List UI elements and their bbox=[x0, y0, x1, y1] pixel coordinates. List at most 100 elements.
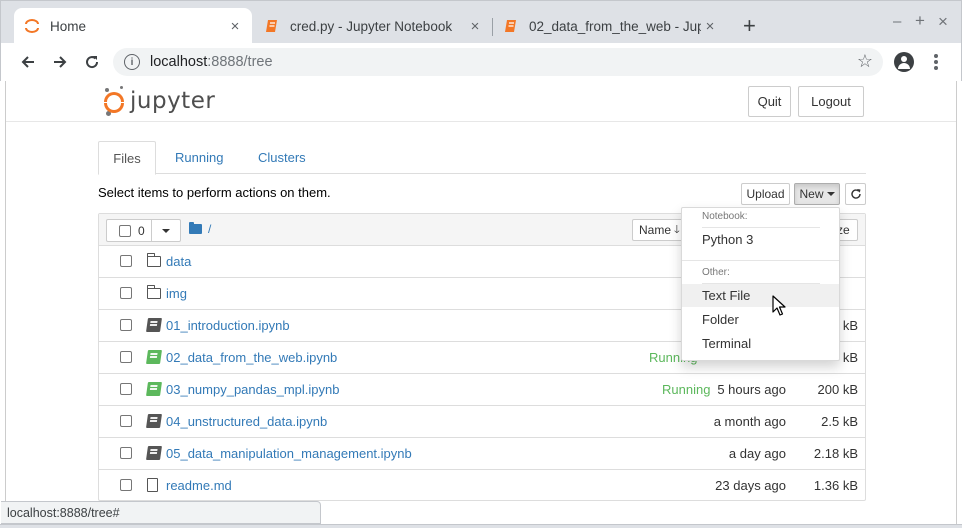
browser-tab-home[interactable]: Home × bbox=[14, 8, 252, 44]
refresh-icon bbox=[850, 189, 861, 199]
new-dropdown-menu: Notebook: Python 3 Other: Text File Fold… bbox=[681, 207, 840, 361]
browser-tab-cred[interactable]: cred.py - Jupyter Notebook × bbox=[254, 8, 492, 44]
window-close-button[interactable]: × bbox=[938, 12, 948, 32]
item-link[interactable]: data bbox=[166, 254, 191, 269]
item-checkbox[interactable] bbox=[120, 255, 132, 267]
tab-title: 02_data_from_the_web - Jupyter bbox=[529, 18, 701, 34]
divider bbox=[682, 260, 839, 261]
breadcrumb-root[interactable]: / bbox=[208, 222, 211, 236]
profile-avatar-icon[interactable] bbox=[894, 52, 914, 72]
item-size: 200 kB bbox=[817, 382, 858, 397]
new-python3-item[interactable]: Python 3 bbox=[682, 228, 839, 251]
new-tab-button[interactable]: + bbox=[743, 15, 756, 37]
notebook-icon bbox=[146, 446, 162, 460]
close-icon[interactable]: × bbox=[701, 18, 719, 35]
jupyter-logo[interactable]: jupyter bbox=[102, 86, 215, 116]
running-indicator: Running bbox=[662, 382, 711, 397]
selected-count: 0 bbox=[138, 223, 145, 238]
item-checkbox[interactable] bbox=[120, 415, 132, 427]
quit-button[interactable]: Quit bbox=[748, 86, 791, 117]
new-button[interactable]: New bbox=[794, 183, 840, 205]
logo-text: jupyter bbox=[130, 88, 216, 114]
caret-down-icon bbox=[826, 192, 835, 196]
item-size: 1.36 kB bbox=[813, 478, 858, 493]
url-path: :8888/tree bbox=[207, 54, 273, 70]
maximize-button[interactable]: + bbox=[915, 11, 925, 31]
item-link[interactable]: img bbox=[166, 286, 187, 301]
new-text-file-item[interactable]: Text File bbox=[682, 284, 839, 307]
folder-icon bbox=[147, 253, 161, 267]
list-item[interactable]: 04_unstructured_data.ipynb a month ago 2… bbox=[99, 406, 865, 438]
item-modified: a day ago bbox=[728, 446, 786, 461]
reload-button[interactable] bbox=[81, 51, 103, 73]
item-checkbox[interactable] bbox=[120, 383, 132, 395]
file-icon bbox=[147, 478, 158, 492]
info-icon[interactable]: i bbox=[124, 54, 140, 70]
browser-tab-bar: Home × cred.py - Jupyter Notebook × 02_d… bbox=[0, 0, 962, 44]
close-icon[interactable]: × bbox=[226, 18, 244, 35]
select-all-group[interactable]: 0 bbox=[106, 219, 181, 242]
bookmark-star-icon[interactable]: ☆ bbox=[857, 51, 873, 72]
item-link[interactable]: readme.md bbox=[166, 478, 232, 493]
list-item[interactable]: 05_data_manipulation_management.ipynb a … bbox=[99, 438, 865, 470]
notebook-icon bbox=[146, 318, 162, 332]
breadcrumb[interactable]: / bbox=[189, 222, 211, 236]
browser-menu-icon[interactable] bbox=[934, 54, 938, 72]
other-section-header: Other: bbox=[702, 267, 730, 278]
item-checkbox[interactable] bbox=[120, 479, 132, 491]
item-modified: 23 days ago bbox=[715, 478, 786, 493]
upload-button[interactable]: Upload bbox=[741, 183, 790, 205]
item-link[interactable]: 04_unstructured_data.ipynb bbox=[166, 414, 327, 429]
select-all-checkbox[interactable] bbox=[119, 224, 131, 237]
notebook-icon bbox=[146, 414, 162, 428]
folder-icon bbox=[147, 285, 161, 299]
tab-clusters[interactable]: Clusters bbox=[245, 141, 319, 174]
arrow-left-icon bbox=[21, 56, 34, 68]
url-host: localhost bbox=[150, 54, 208, 70]
back-button[interactable] bbox=[17, 51, 39, 73]
tab-running[interactable]: Running bbox=[162, 141, 236, 174]
item-size: 2.5 kB bbox=[821, 414, 858, 429]
item-link[interactable]: 02_data_from_the_web.ipynb bbox=[166, 350, 337, 365]
item-size: kB bbox=[842, 318, 858, 333]
arrow-right-icon bbox=[54, 56, 67, 68]
item-link[interactable]: 05_data_manipulation_management.ipynb bbox=[166, 446, 412, 461]
logout-button[interactable]: Logout bbox=[798, 86, 864, 117]
window-bottom-edge bbox=[0, 524, 962, 528]
refresh-button[interactable] bbox=[845, 183, 866, 205]
list-item[interactable]: 03_numpy_pandas_mpl.ipynb Running 5 hour… bbox=[99, 374, 865, 406]
item-modified: 5 hours ago bbox=[717, 382, 786, 397]
close-icon[interactable]: × bbox=[466, 18, 484, 35]
item-link[interactable]: 01_introduction.ipynb bbox=[166, 318, 290, 333]
new-folder-item[interactable]: Folder bbox=[682, 308, 839, 331]
address-bar[interactable]: i localhost:8888/tree ☆ bbox=[113, 48, 883, 76]
folder-icon bbox=[189, 222, 202, 234]
item-checkbox[interactable] bbox=[120, 319, 132, 331]
item-checkbox[interactable] bbox=[120, 287, 132, 299]
notebook-favicon-icon bbox=[503, 18, 519, 34]
browser-toolbar: i localhost:8888/tree ☆ bbox=[0, 43, 962, 81]
notebook-section-header: Notebook: bbox=[702, 211, 748, 222]
tab-files[interactable]: Files bbox=[98, 141, 156, 175]
item-size: kB bbox=[842, 350, 858, 365]
list-item[interactable]: readme.md 23 days ago 1.36 kB bbox=[99, 470, 865, 502]
jupyter-header: jupyter Quit Logout bbox=[6, 81, 956, 122]
item-checkbox[interactable] bbox=[120, 351, 132, 363]
notebook-running-icon bbox=[146, 350, 162, 364]
page-content: jupyter Quit Logout Files Running Cluste… bbox=[5, 81, 957, 528]
reload-icon bbox=[86, 56, 99, 69]
item-checkbox[interactable] bbox=[120, 447, 132, 459]
minimize-button[interactable]: – bbox=[893, 13, 901, 30]
forward-button[interactable] bbox=[49, 51, 71, 73]
jupyter-logo-icon bbox=[102, 86, 126, 116]
notebook-running-icon bbox=[146, 382, 162, 396]
new-button-label: New bbox=[799, 187, 824, 201]
status-bar-url: localhost:8888/tree# bbox=[1, 501, 321, 524]
notebook-favicon-icon bbox=[264, 18, 280, 34]
jupyter-favicon-icon bbox=[24, 18, 40, 34]
sort-name-label: Name bbox=[639, 223, 672, 237]
item-link[interactable]: 03_numpy_pandas_mpl.ipynb bbox=[166, 382, 339, 397]
new-terminal-item[interactable]: Terminal bbox=[682, 332, 839, 355]
select-dropdown-toggle[interactable] bbox=[152, 220, 180, 241]
browser-tab-data-from-web[interactable]: 02_data_from_the_web - Jupyter × bbox=[493, 8, 731, 44]
